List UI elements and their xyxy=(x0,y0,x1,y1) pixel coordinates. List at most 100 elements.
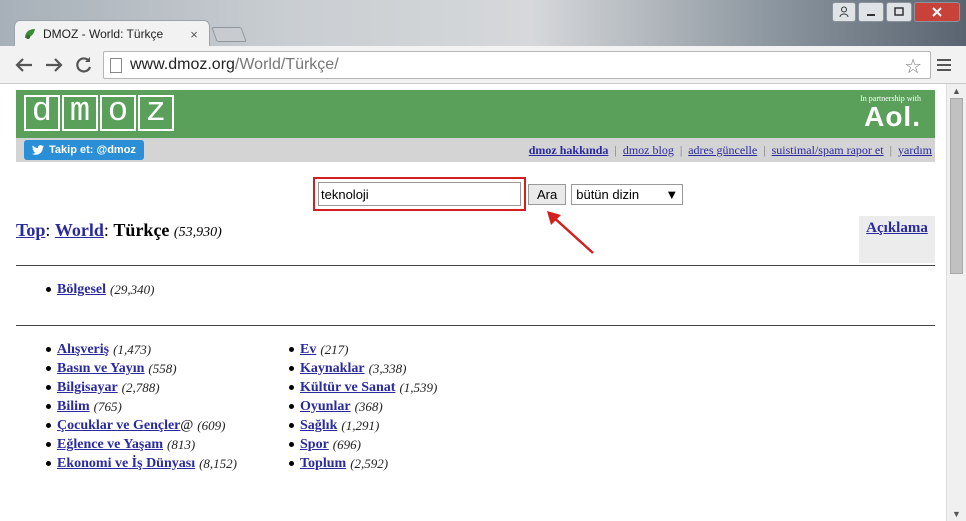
category-count: (8,152) xyxy=(199,455,238,471)
annotation-arrow-icon xyxy=(547,211,594,254)
scroll-down-icon[interactable]: ▼ xyxy=(952,509,961,519)
scroll-up-icon[interactable]: ▲ xyxy=(952,86,961,96)
url-path: /World/Türkçe/ xyxy=(234,56,339,73)
user-profile-button[interactable] xyxy=(832,2,856,22)
link-about[interactable]: dmoz hakkında xyxy=(529,143,609,158)
breadcrumb-current: Türkçe xyxy=(113,220,170,240)
divider xyxy=(16,325,935,326)
new-tab-button[interactable] xyxy=(211,27,247,42)
link-report-abuse[interactable]: suistimal/spam rapor et xyxy=(772,143,884,158)
category-link[interactable]: Bölgesel xyxy=(57,282,106,298)
aol-wordmark: Aol. xyxy=(864,101,921,132)
page-icon xyxy=(110,57,122,73)
list-item: Çocuklar ve Gençler @ (609) xyxy=(46,416,237,435)
symlink-marker: @ xyxy=(180,417,194,433)
category-column-2: Ev (217) Kaynaklar (3,338) Kültür ve Sanat… xyxy=(289,340,437,473)
user-icon xyxy=(839,6,849,18)
dmoz-header: d m o z In partnership with Aol. xyxy=(16,90,935,138)
list-item: Toplum (2,592) xyxy=(289,454,437,473)
breadcrumb-top[interactable]: Top xyxy=(16,220,45,240)
scope-value: bütün dizin xyxy=(576,186,640,202)
dmoz-logo[interactable]: d m o z xyxy=(24,95,174,131)
browser-titlebar: DMOZ - World: Türkçe × xyxy=(0,0,966,46)
category-link[interactable]: Toplum xyxy=(300,456,346,472)
dropdown-arrow-icon: ▼ xyxy=(665,186,679,202)
category-link[interactable]: Kaynaklar xyxy=(300,361,365,377)
description-link[interactable]: Açıklama xyxy=(866,220,928,236)
breadcrumb-count: (53,930) xyxy=(173,225,222,240)
browser-menu-icon[interactable] xyxy=(934,54,954,76)
category-count: (609) xyxy=(197,417,226,433)
tab-title: DMOZ - World: Türkçe xyxy=(43,27,164,41)
category-count: (368) xyxy=(354,398,383,414)
list-item: Basın ve Yayın (558) xyxy=(46,359,237,378)
divider xyxy=(16,265,935,266)
top-links: dmoz hakkında | dmoz blog | adres güncel… xyxy=(528,143,932,158)
category-link[interactable]: Spor xyxy=(300,437,329,453)
category-link[interactable]: Çocuklar ve Gençler xyxy=(57,418,180,434)
browser-tab[interactable]: DMOZ - World: Türkçe × xyxy=(14,20,210,46)
category-link[interactable]: Kültür ve Sanat xyxy=(300,380,395,396)
description-panel: Açıklama xyxy=(859,216,935,263)
forward-button[interactable] xyxy=(43,54,65,76)
category-column-1: Alışveriş (1,473) Basın ve Yayın (558) Bil… xyxy=(46,340,237,473)
category-count: (217) xyxy=(320,341,349,357)
header-subbar: Takip et: @dmoz dmoz hakkında | dmoz blo… xyxy=(16,138,935,162)
category-count: (1,291) xyxy=(341,417,380,433)
minimize-button[interactable] xyxy=(858,2,884,22)
tab-close-icon[interactable]: × xyxy=(187,27,201,42)
category-link[interactable]: Eğlence ve Yaşam xyxy=(57,437,163,453)
category-link[interactable]: Bilgisayar xyxy=(57,380,118,396)
aol-partner-logo[interactable]: In partnership with Aol. xyxy=(860,94,921,131)
category-count: (558) xyxy=(148,360,177,376)
search-input[interactable] xyxy=(318,182,521,206)
scrollbar-thumb[interactable] xyxy=(950,98,963,274)
bookmark-star-icon[interactable]: ☆ xyxy=(904,54,922,79)
logo-letter: m xyxy=(62,95,98,131)
minimize-icon xyxy=(867,14,875,16)
list-item: Ev (217) xyxy=(289,340,437,359)
reload-icon xyxy=(76,57,92,73)
search-highlight-box xyxy=(313,177,526,211)
category-count: (765) xyxy=(93,398,122,414)
list-item: Bilim (765) xyxy=(46,397,237,416)
category-link[interactable]: Basın ve Yayın xyxy=(57,361,144,377)
link-update-url[interactable]: adres güncelle xyxy=(688,143,757,158)
reload-button[interactable] xyxy=(73,54,95,76)
category-link[interactable]: Ev xyxy=(300,342,316,358)
list-item: Alışveriş (1,473) xyxy=(46,340,237,359)
list-item: Oyunlar (368) xyxy=(289,397,437,416)
category-count: (29,340) xyxy=(110,281,155,297)
follow-label: Takip et: @dmoz xyxy=(49,144,136,156)
regional-list: Bölgesel (29,340) xyxy=(46,280,154,299)
page-viewport: d m o z In partnership with Aol. Takip e… xyxy=(0,84,946,521)
close-window-button[interactable] xyxy=(914,2,960,22)
category-count: (1,473) xyxy=(113,341,152,357)
browser-toolbar: www.dmoz.org/World/Türkçe/ ☆ xyxy=(0,46,966,84)
url-host: www.dmoz.org xyxy=(130,56,235,73)
category-link[interactable]: Bilim xyxy=(57,399,90,415)
list-item: Bölgesel (29,340) xyxy=(46,280,154,299)
category-link[interactable]: Sağlık xyxy=(300,418,337,434)
search-form: Ara bütün dizin ▼ xyxy=(313,177,684,211)
maximize-button[interactable] xyxy=(886,2,912,22)
link-help[interactable]: yardım xyxy=(898,143,932,158)
vertical-scrollbar[interactable]: ▲ ▼ xyxy=(946,84,966,521)
back-button[interactable] xyxy=(13,54,35,76)
back-arrow-icon xyxy=(15,58,32,72)
category-link[interactable]: Alışveriş xyxy=(57,342,109,358)
list-item: Ekonomi ve İş Dünyası (8,152) xyxy=(46,454,237,473)
logo-letter: z xyxy=(138,95,174,131)
search-button[interactable]: Ara xyxy=(528,183,567,205)
category-link[interactable]: Ekonomi ve İş Dünyası xyxy=(57,456,195,472)
list-item: Spor (696) xyxy=(289,435,437,454)
category-link[interactable]: Oyunlar xyxy=(300,399,351,415)
breadcrumb-world[interactable]: World xyxy=(55,220,104,240)
logo-letter: d xyxy=(24,95,60,131)
logo-letter: o xyxy=(100,95,136,131)
category-count: (696) xyxy=(332,436,361,452)
search-scope-select[interactable]: bütün dizin ▼ xyxy=(571,183,684,205)
address-bar[interactable]: www.dmoz.org/World/Türkçe/ ☆ xyxy=(103,51,931,79)
link-blog[interactable]: dmoz blog xyxy=(623,143,674,158)
twitter-follow-button[interactable]: Takip et: @dmoz xyxy=(24,140,144,160)
